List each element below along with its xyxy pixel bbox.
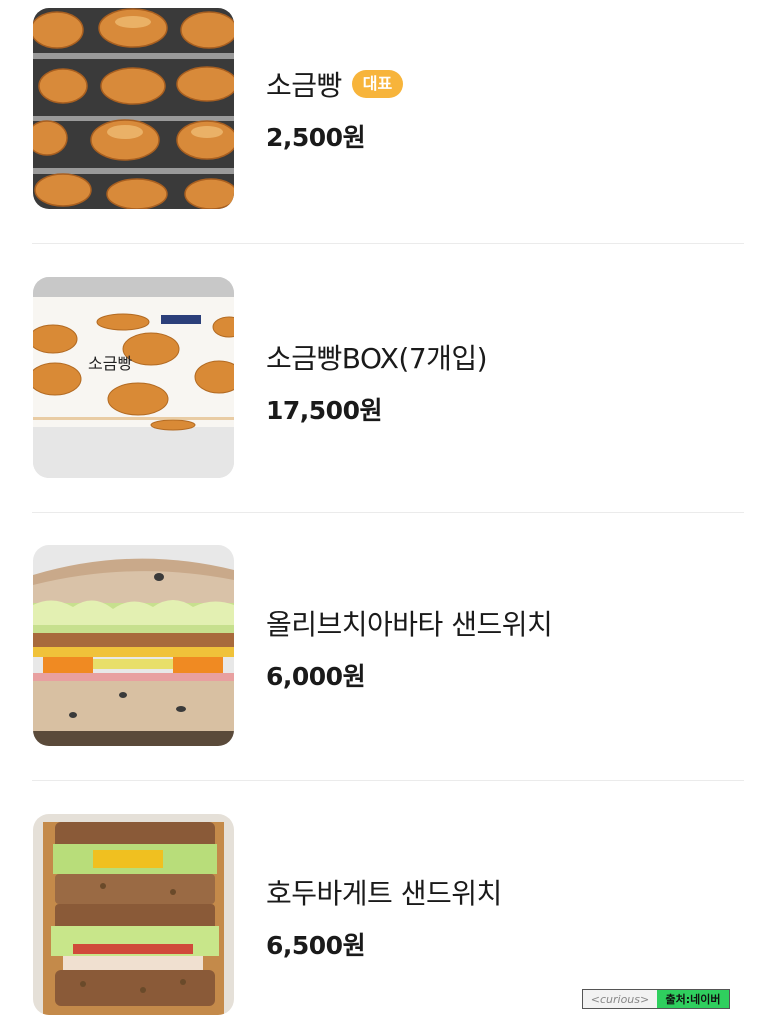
box-label-text: 소금빵 [88, 354, 132, 373]
walnut-baguette-info: 호두바게트 샌드위치 6,500원 [266, 872, 502, 962]
salt-bread-box-photo: 소금빵 [33, 277, 234, 478]
menu-item-salt-bread[interactable]: 소금빵 대표 2,500원 [0, 8, 773, 218]
item-price: 6,000원 [266, 662, 366, 691]
menu-item-salt-bread-box[interactable]: 소금빵 소금빵BOX(7개입) 17,500원 [0, 277, 773, 487]
item-name: 올리브치아바타 샌드위치 [266, 608, 553, 641]
olive-ciabatta-info: 올리브치아바타 샌드위치 6,000원 [266, 603, 553, 693]
item-name: 호두바게트 샌드위치 [266, 877, 502, 910]
salt-bread-info: 소금빵 대표 2,500원 [266, 64, 404, 154]
olive-ciabatta-image [33, 545, 234, 746]
divider [32, 780, 744, 781]
source-watermark: <curious> 출처:네이버 [582, 989, 730, 1009]
signature-badge: 대표 [351, 70, 404, 98]
olive-ciabatta-photo [33, 545, 234, 746]
item-price: 2,500원 [266, 123, 366, 152]
salt-bread-photo [33, 8, 234, 209]
watermark-left-text: <curious> [583, 990, 657, 1008]
walnut-baguette-photo [33, 814, 234, 1015]
menu-item-olive-ciabatta-sandwich[interactable]: 올리브치아바타 샌드위치 6,000원 [0, 545, 773, 755]
walnut-baguette-image [33, 814, 234, 1015]
salt-bread-box-image: 소금빵 [33, 277, 234, 478]
divider [32, 512, 744, 513]
salt-bread-image [33, 8, 234, 209]
item-price: 17,500원 [266, 396, 382, 425]
item-name: 소금빵 [266, 69, 342, 102]
divider [32, 243, 744, 244]
salt-bread-box-info: 소금빵BOX(7개입) 17,500원 [266, 337, 488, 427]
watermark-source-text: 출처:네이버 [657, 990, 729, 1008]
item-name: 소금빵BOX(7개입) [266, 342, 488, 375]
item-price: 6,500원 [266, 931, 366, 960]
